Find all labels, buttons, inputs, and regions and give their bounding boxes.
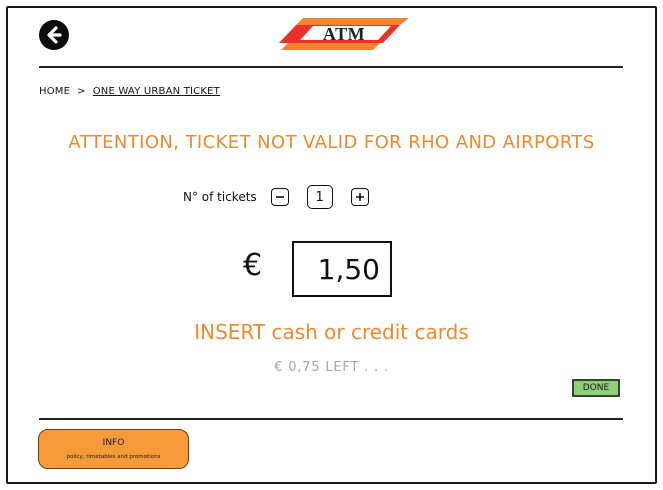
quantity-label: N° of tickets bbox=[183, 190, 257, 204]
breadcrumb-home[interactable]: HOME bbox=[39, 86, 70, 97]
amount-remaining: € 0,75 LEFT . . . bbox=[274, 360, 389, 375]
quantity-value: 1 bbox=[306, 185, 333, 209]
breadcrumb-current[interactable]: ONE WAY URBAN TICKET bbox=[93, 86, 220, 97]
breadcrumb: HOME > ONE WAY URBAN TICKET bbox=[39, 86, 220, 97]
back-button[interactable] bbox=[39, 20, 69, 50]
done-button[interactable]: DONE bbox=[572, 379, 620, 397]
ticket-quantity-stepper: N° of tickets 1 bbox=[183, 184, 369, 210]
footer-divider bbox=[39, 418, 623, 420]
breadcrumb-separator: > bbox=[77, 86, 86, 97]
info-button[interactable]: INFO policy, timetables and promotions bbox=[38, 429, 189, 469]
price-display: 1,50 bbox=[292, 241, 392, 297]
plus-icon bbox=[355, 193, 364, 201]
minus-icon bbox=[275, 196, 284, 198]
arrow-left-icon bbox=[47, 26, 62, 44]
decrement-button[interactable] bbox=[270, 188, 289, 206]
info-title: INFO bbox=[102, 438, 125, 448]
currency-symbol: € bbox=[243, 248, 263, 283]
atm-logo: ATM bbox=[279, 17, 409, 51]
header-divider bbox=[39, 66, 623, 68]
warning-message: ATTENTION, TICKET NOT VALID FOR RHO AND … bbox=[68, 132, 595, 153]
logo-text: ATM bbox=[322, 23, 366, 44]
increment-button[interactable] bbox=[350, 188, 369, 206]
info-subtitle: policy, timetables and promotions bbox=[66, 454, 161, 460]
payment-instruction: INSERT cash or credit cards bbox=[194, 320, 469, 344]
